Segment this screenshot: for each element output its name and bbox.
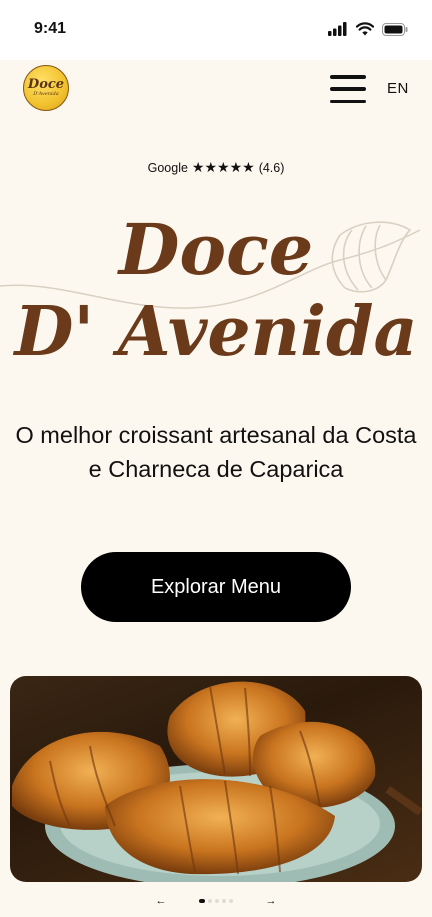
hero-tagline: O melhor croissant artesanal da Costa e … — [15, 422, 417, 482]
rating-score: (4.6) — [258, 160, 285, 175]
status-icons — [328, 22, 408, 36]
site-header: Doce D'Avenida EN — [0, 60, 432, 118]
logo-subtext: D'Avenida — [33, 91, 59, 97]
rating-stars-icon: ★★★★★ — [191, 159, 255, 175]
brand-title: Doce D' Avenida — [0, 208, 432, 374]
carousel-dot[interactable] — [215, 899, 219, 903]
carousel-navigation: ← → — [0, 892, 432, 910]
menu-bar-bottom — [330, 99, 366, 103]
carousel-next-arrow-icon[interactable]: → — [263, 895, 279, 907]
croissants-illustration — [12, 681, 422, 882]
wifi-icon — [356, 22, 374, 36]
google-rating: Google ★★★★★ (4.6) — [0, 159, 432, 176]
language-switch[interactable]: EN — [387, 80, 409, 97]
carousel-dot[interactable] — [229, 899, 233, 903]
carousel-dot[interactable] — [199, 899, 205, 903]
status-bar: 9:41 — [0, 0, 432, 60]
brand-title-line2: D' Avenida — [14, 292, 418, 372]
hamburger-menu-icon[interactable] — [330, 75, 366, 103]
battery-icon — [382, 22, 408, 36]
rating-source: Google — [147, 160, 188, 175]
brand-logo[interactable]: Doce D'Avenida — [23, 65, 69, 111]
logo-text: Doce — [27, 77, 65, 92]
carousel-dot[interactable] — [208, 899, 212, 903]
menu-bar-middle — [330, 87, 366, 91]
signal-icon — [328, 22, 347, 36]
menu-bar-top — [330, 75, 366, 79]
carousel-dot[interactable] — [222, 899, 226, 903]
explore-menu-button[interactable]: Explorar Menu — [81, 552, 351, 622]
carousel-prev-arrow-icon[interactable]: ← — [153, 895, 169, 907]
croissants-photo — [10, 676, 422, 882]
brand-title-line1: Doce — [118, 208, 314, 291]
status-time: 9:41 — [34, 20, 67, 37]
carousel-dots — [199, 899, 233, 903]
